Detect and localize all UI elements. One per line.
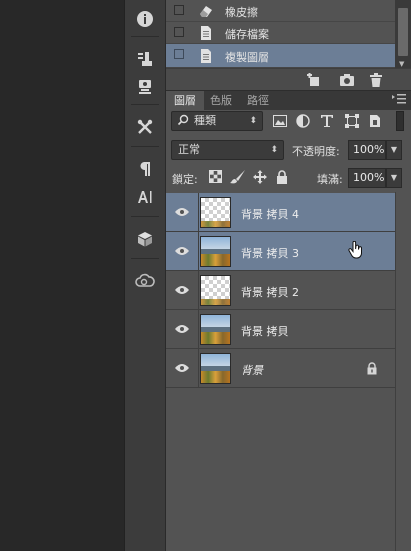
- history-scrollbar-thumb[interactable]: [398, 8, 408, 56]
- history-item-selected[interactable]: 複製圖層: [166, 44, 395, 68]
- tool-presets-icon[interactable]: [125, 114, 165, 140]
- opacity-input[interactable]: 100%: [348, 140, 386, 160]
- panel-tab-bar: 圖層 色版 路徑: [166, 90, 411, 111]
- smart-object-filter-icon[interactable]: [367, 113, 383, 129]
- toolstrip-divider: [131, 258, 159, 259]
- layer-thumbnail-transparent: [200, 197, 231, 228]
- layers-scrollbar-track[interactable]: [395, 192, 411, 551]
- layer-thumbnail-transparent: [200, 275, 231, 306]
- updown-arrow-icon: ⬍: [249, 116, 257, 126]
- brush-presets-icon[interactable]: [125, 46, 165, 72]
- history-source-checkbox[interactable]: [174, 5, 184, 15]
- fill-dropdown-arrow[interactable]: ▼: [386, 168, 402, 188]
- eraser-icon: [198, 3, 214, 19]
- layer-row[interactable]: 背景 拷貝 2: [166, 271, 395, 310]
- layer-thumbnail-photo: [200, 236, 231, 267]
- collapsed-panel-strip: [124, 0, 166, 551]
- trash-icon[interactable]: [369, 73, 383, 87]
- layer-thumbnail-photo: [200, 314, 231, 345]
- visibility-eye-icon[interactable]: [175, 246, 189, 256]
- adjustment-filter-icon[interactable]: [295, 113, 311, 129]
- layer-divider: [198, 349, 199, 388]
- layer-name: 背景 拷貝 2: [241, 286, 299, 299]
- document-icon: [198, 25, 214, 41]
- layer-name: 背景 拷貝: [241, 325, 289, 338]
- new-document-from-state-icon[interactable]: [307, 73, 321, 87]
- panel-menu-icon[interactable]: [392, 94, 406, 104]
- updown-arrow-icon: ⬍: [270, 145, 278, 155]
- layer-divider: [198, 232, 199, 271]
- opacity-dropdown-arrow[interactable]: ▼: [386, 140, 402, 160]
- opacity-label: 不透明度:: [292, 145, 340, 158]
- history-source-checkbox[interactable]: [174, 49, 184, 59]
- document-canvas-area: [0, 0, 124, 551]
- blend-mode-dropdown[interactable]: 正常 ⬍: [171, 140, 284, 160]
- history-source-checkbox[interactable]: [174, 27, 184, 37]
- fill-input[interactable]: 100%: [348, 168, 386, 188]
- history-item-label: 複製圖層: [225, 51, 269, 64]
- document-icon: [198, 48, 214, 64]
- paragraph-icon[interactable]: [125, 156, 165, 182]
- toolstrip-divider: [131, 216, 159, 217]
- lock-image-icon[interactable]: [230, 170, 245, 184]
- filter-toggle-switch[interactable]: [396, 111, 404, 131]
- info-icon[interactable]: [125, 6, 165, 32]
- visibility-eye-icon[interactable]: [175, 324, 189, 334]
- blend-mode-label: 正常: [178, 143, 200, 156]
- history-panel: 橡皮擦 儲存檔案 複製圖層: [166, 0, 395, 68]
- lock-transparent-icon[interactable]: [209, 170, 223, 184]
- tab-paths[interactable]: 路徑: [239, 91, 277, 111]
- history-footer: [166, 68, 411, 90]
- layer-row-background[interactable]: 背景: [166, 349, 395, 388]
- filter-kind-label: 種類: [194, 114, 216, 127]
- tab-layers[interactable]: 圖層: [166, 91, 204, 111]
- type-filter-icon[interactable]: [319, 113, 335, 129]
- character-styles-icon[interactable]: [125, 184, 165, 210]
- 3d-icon[interactable]: [125, 226, 165, 252]
- layer-row[interactable]: 背景 拷貝 4: [166, 193, 395, 232]
- layer-name: 背景 拷貝 4: [241, 208, 299, 221]
- shape-filter-icon[interactable]: [344, 113, 360, 129]
- layer-name: 背景 拷貝 3: [241, 247, 299, 260]
- toolstrip-divider: [131, 36, 159, 37]
- image-filter-icon[interactable]: [272, 113, 288, 129]
- history-item-label: 儲存檔案: [225, 28, 269, 41]
- layers-list: 背景 拷貝 4 背景 拷貝 3 背景 拷貝 2 背景 拷貝 背景: [166, 192, 395, 392]
- visibility-eye-icon[interactable]: [175, 207, 189, 217]
- visibility-eye-icon[interactable]: [175, 363, 189, 373]
- layer-divider: [198, 310, 199, 349]
- layer-thumbnail-photo: [200, 353, 231, 384]
- fill-label: 填滿:: [317, 173, 343, 186]
- layer-row[interactable]: 背景 拷貝: [166, 310, 395, 349]
- layer-lock-icon: [366, 362, 378, 375]
- lock-all-icon[interactable]: [276, 170, 290, 184]
- tab-channels[interactable]: 色版: [202, 91, 240, 111]
- search-icon: [177, 112, 189, 136]
- visibility-eye-icon[interactable]: [175, 285, 189, 295]
- clone-source-icon[interactable]: [125, 74, 165, 100]
- lock-label: 鎖定:: [172, 173, 198, 186]
- toolstrip-divider: [131, 104, 159, 105]
- hand-cursor-icon: [348, 240, 364, 259]
- toolstrip-divider: [131, 146, 159, 147]
- scroll-down-arrow-icon[interactable]: ▼: [399, 60, 404, 68]
- layer-divider: [198, 193, 199, 232]
- history-item[interactable]: 儲存檔案: [166, 22, 395, 44]
- layer-name: 背景: [241, 364, 263, 377]
- layer-divider: [198, 271, 199, 310]
- filter-kind-dropdown[interactable]: 種類 ⬍: [171, 111, 263, 131]
- snapshot-camera-icon[interactable]: [340, 73, 354, 87]
- history-item-label: 橡皮擦: [225, 6, 258, 19]
- lock-position-icon[interactable]: [253, 170, 267, 184]
- creative-cloud-icon[interactable]: [125, 268, 165, 294]
- history-item[interactable]: 橡皮擦: [166, 0, 395, 22]
